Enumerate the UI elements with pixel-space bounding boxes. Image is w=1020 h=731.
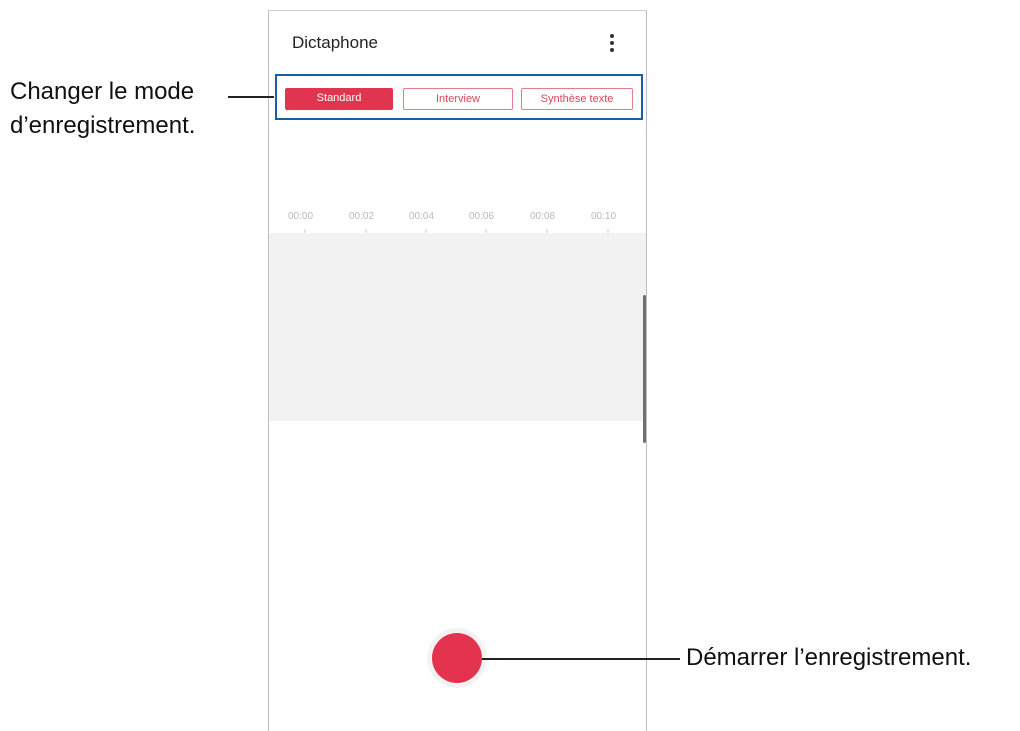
annotation-mode-line1: Changer le mode (10, 78, 195, 105)
more-vert-icon[interactable] (605, 32, 619, 54)
time-label: 00:02 (349, 211, 375, 222)
tab-standard[interactable]: Standard (285, 88, 393, 110)
tab-synthese-texte[interactable]: Synthèse texte (521, 88, 633, 110)
time-label: 00:06 (469, 211, 495, 222)
annotation-start: Démarrer l’enregistrement. (686, 644, 972, 671)
annotation-mode-leader (228, 96, 274, 98)
time-label: 00:10 (591, 211, 617, 222)
record-button[interactable] (432, 633, 482, 683)
tab-interview[interactable]: Interview (403, 88, 513, 110)
time-label: 00:00 (288, 211, 314, 222)
annotation-start-leader (482, 658, 680, 660)
time-label: 00:04 (409, 211, 435, 222)
scrollbar[interactable] (643, 295, 646, 443)
phone-screen: Dictaphone Standard Interview Synthèse t… (268, 10, 647, 731)
annotation-mode-line2: d’enregistrement. (10, 112, 196, 139)
waveform-area (269, 233, 646, 421)
time-label: 00:08 (530, 211, 556, 222)
app-title: Dictaphone (292, 33, 379, 52)
